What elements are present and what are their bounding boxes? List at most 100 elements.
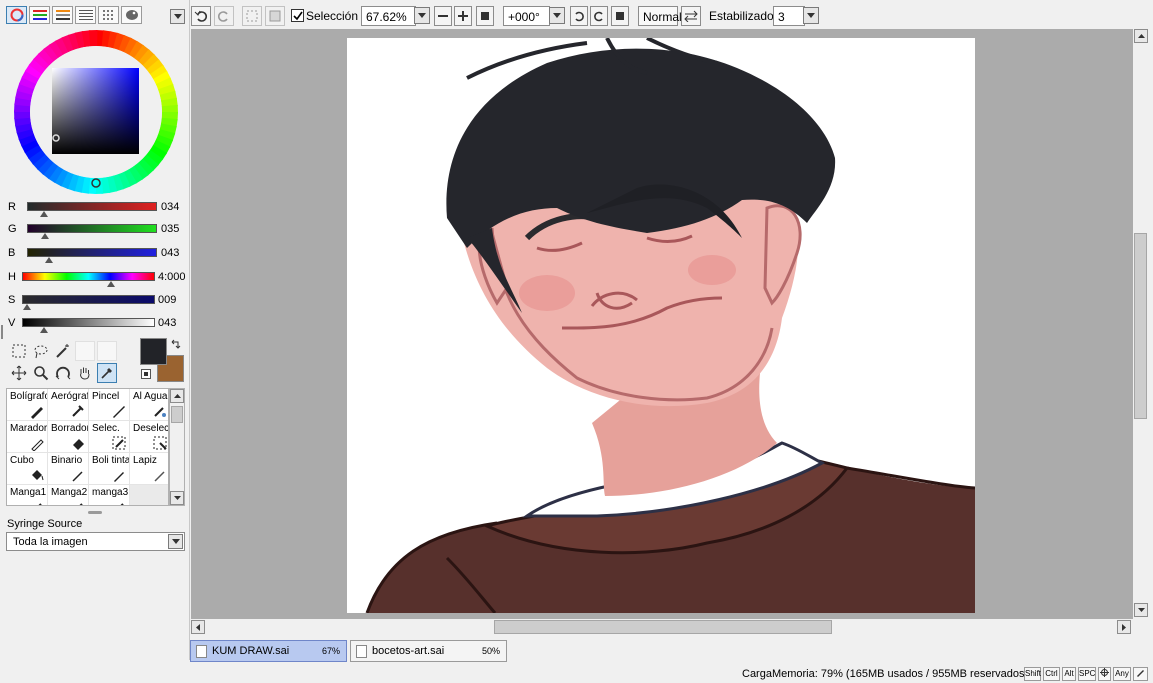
slider-thumb[interactable] bbox=[22, 304, 31, 310]
rotate-ccw-icon bbox=[575, 11, 584, 22]
slider-track[interactable] bbox=[22, 318, 155, 327]
scroll-right-button[interactable] bbox=[1117, 620, 1131, 634]
hand-tool[interactable] bbox=[75, 363, 95, 383]
slider-red[interactable]: R 034 bbox=[0, 200, 190, 218]
saturation-value-square[interactable] bbox=[52, 68, 139, 154]
rgb-slider-icon[interactable] bbox=[29, 6, 50, 24]
zoom-out-button[interactable] bbox=[434, 6, 452, 26]
rotate-tool[interactable] bbox=[53, 363, 73, 383]
brush-manga2[interactable]: Manga2 bbox=[48, 485, 89, 505]
slider-value-brightness[interactable]: V 043 bbox=[0, 316, 190, 334]
slider-thumb[interactable] bbox=[40, 327, 49, 333]
canvas-vertical-scrollbar[interactable] bbox=[1133, 29, 1149, 619]
brush-manga3[interactable]: manga3 bbox=[89, 485, 130, 505]
rotate-left-button[interactable] bbox=[570, 6, 588, 26]
slider-value: 043 bbox=[158, 317, 177, 329]
brush-name: Binario bbox=[51, 455, 83, 466]
brush-borrador[interactable]: Borrador bbox=[48, 421, 89, 453]
slider-blue[interactable]: B 043 bbox=[0, 246, 190, 264]
brush-name: Pincel bbox=[92, 391, 120, 402]
scroll-left-button[interactable] bbox=[191, 620, 205, 634]
scroll-down-button[interactable] bbox=[1134, 603, 1148, 617]
brush-aerógrafo[interactable]: Aerógrafo bbox=[48, 389, 89, 421]
swap-colors-icon[interactable] bbox=[170, 338, 182, 353]
any-key-indicator: Any bbox=[1113, 667, 1131, 681]
brush-lapiz[interactable]: Lapiz bbox=[130, 453, 168, 485]
selection-checkbox[interactable] bbox=[291, 9, 304, 22]
scroll-down-button[interactable] bbox=[170, 491, 184, 505]
brush-name: Bolígrafo bbox=[10, 391, 48, 402]
zoom-field[interactable]: 67.62% bbox=[361, 6, 416, 26]
selection-rect-tool[interactable] bbox=[9, 341, 29, 361]
slider-track[interactable] bbox=[27, 248, 157, 257]
scroll-up-button[interactable] bbox=[170, 389, 184, 403]
redo-button[interactable] bbox=[214, 6, 234, 26]
scratchpad-icon[interactable] bbox=[98, 6, 119, 24]
move-tool[interactable] bbox=[9, 363, 29, 383]
magic-wand-tool[interactable] bbox=[53, 341, 73, 361]
foreground-color-swatch[interactable] bbox=[140, 338, 167, 365]
scroll-thumb[interactable] bbox=[171, 406, 183, 423]
document-tab-bocetos-art[interactable]: bocetos-art.sai 50% bbox=[350, 640, 507, 662]
vertical-scroll-thumb[interactable] bbox=[1134, 233, 1147, 419]
horizontal-scroll-thumb[interactable] bbox=[494, 620, 832, 634]
rotation-dropdown[interactable] bbox=[549, 7, 565, 24]
brush-grid-scrollbar[interactable] bbox=[169, 388, 185, 506]
blend-mode-field[interactable]: Normal bbox=[638, 6, 682, 26]
lasso-tool[interactable] bbox=[31, 341, 51, 361]
rotate-right-button[interactable] bbox=[590, 6, 608, 26]
slider-track[interactable] bbox=[27, 224, 157, 233]
chevron-down-icon[interactable] bbox=[168, 534, 183, 549]
deselect-button[interactable] bbox=[242, 6, 262, 26]
stabilizer-field[interactable]: 3 bbox=[773, 6, 805, 26]
rotation-reset-button[interactable] bbox=[611, 6, 629, 26]
brush-al-agua[interactable]: Al Agua bbox=[130, 389, 168, 421]
zoom-reset-button[interactable] bbox=[476, 6, 494, 26]
zoom-dropdown[interactable] bbox=[414, 7, 430, 24]
scroll-up-button[interactable] bbox=[1134, 29, 1148, 43]
syringe-source-select[interactable]: Toda la imagen bbox=[6, 532, 185, 551]
palette-icon[interactable] bbox=[121, 6, 142, 24]
sidebar-resize-handle[interactable] bbox=[1, 325, 3, 339]
swatch-list-icon[interactable] bbox=[75, 6, 96, 24]
slider-hue[interactable]: H 4:000 bbox=[0, 270, 190, 288]
brush-bolígrafo[interactable]: Bolígrafo bbox=[7, 389, 48, 421]
slider-thumb[interactable] bbox=[40, 233, 49, 239]
panel-menu-button[interactable] bbox=[170, 9, 185, 24]
hsv-slider-icon[interactable] bbox=[52, 6, 73, 24]
canvas-document[interactable] bbox=[347, 38, 975, 613]
brush-manga1[interactable]: Manga1 bbox=[7, 485, 48, 505]
rotation-field[interactable]: +000° bbox=[503, 6, 550, 26]
brush-binario[interactable]: Binario bbox=[48, 453, 89, 485]
zoom-tool[interactable] bbox=[31, 363, 51, 383]
tab-zoom: 67% bbox=[321, 646, 340, 656]
slider-track[interactable] bbox=[22, 295, 155, 304]
eyedropper-tool[interactable] bbox=[97, 363, 117, 383]
brush-cubo[interactable]: Cubo bbox=[7, 453, 48, 485]
slider-thumb[interactable] bbox=[40, 211, 49, 217]
brush-pincel[interactable]: Pincel bbox=[89, 389, 130, 421]
panel-splitter-grip[interactable] bbox=[88, 511, 102, 514]
undo-button[interactable] bbox=[191, 6, 211, 26]
canvas-viewport[interactable] bbox=[191, 29, 1133, 619]
brush-marador[interactable]: Marador bbox=[7, 421, 48, 453]
slider-green[interactable]: G 035 bbox=[0, 222, 190, 240]
brush-selec-[interactable]: Selec. bbox=[89, 421, 130, 453]
color-wheel[interactable] bbox=[12, 28, 180, 196]
zoom-in-button[interactable] bbox=[454, 6, 472, 26]
slider-track[interactable] bbox=[22, 272, 155, 281]
brush-deselec-[interactable]: Deselec. bbox=[130, 421, 168, 453]
stabilizer-dropdown[interactable] bbox=[803, 7, 819, 24]
flip-canvas-button[interactable] bbox=[681, 6, 701, 26]
reset-colors-icon[interactable] bbox=[141, 369, 151, 379]
slider-saturation[interactable]: S 009 bbox=[0, 293, 190, 311]
slider-track[interactable] bbox=[27, 202, 157, 211]
brush-icon bbox=[113, 406, 125, 418]
brush-boli-tinta[interactable]: Boli tinta bbox=[89, 453, 130, 485]
slider-thumb[interactable] bbox=[44, 257, 53, 263]
slider-thumb[interactable] bbox=[106, 281, 115, 287]
document-tab-kum-draw[interactable]: KUM DRAW.sai 67% bbox=[190, 640, 347, 662]
canvas-horizontal-scrollbar[interactable] bbox=[191, 619, 1133, 636]
color-wheel-icon[interactable] bbox=[6, 6, 27, 24]
invert-selection-button[interactable] bbox=[265, 6, 285, 26]
